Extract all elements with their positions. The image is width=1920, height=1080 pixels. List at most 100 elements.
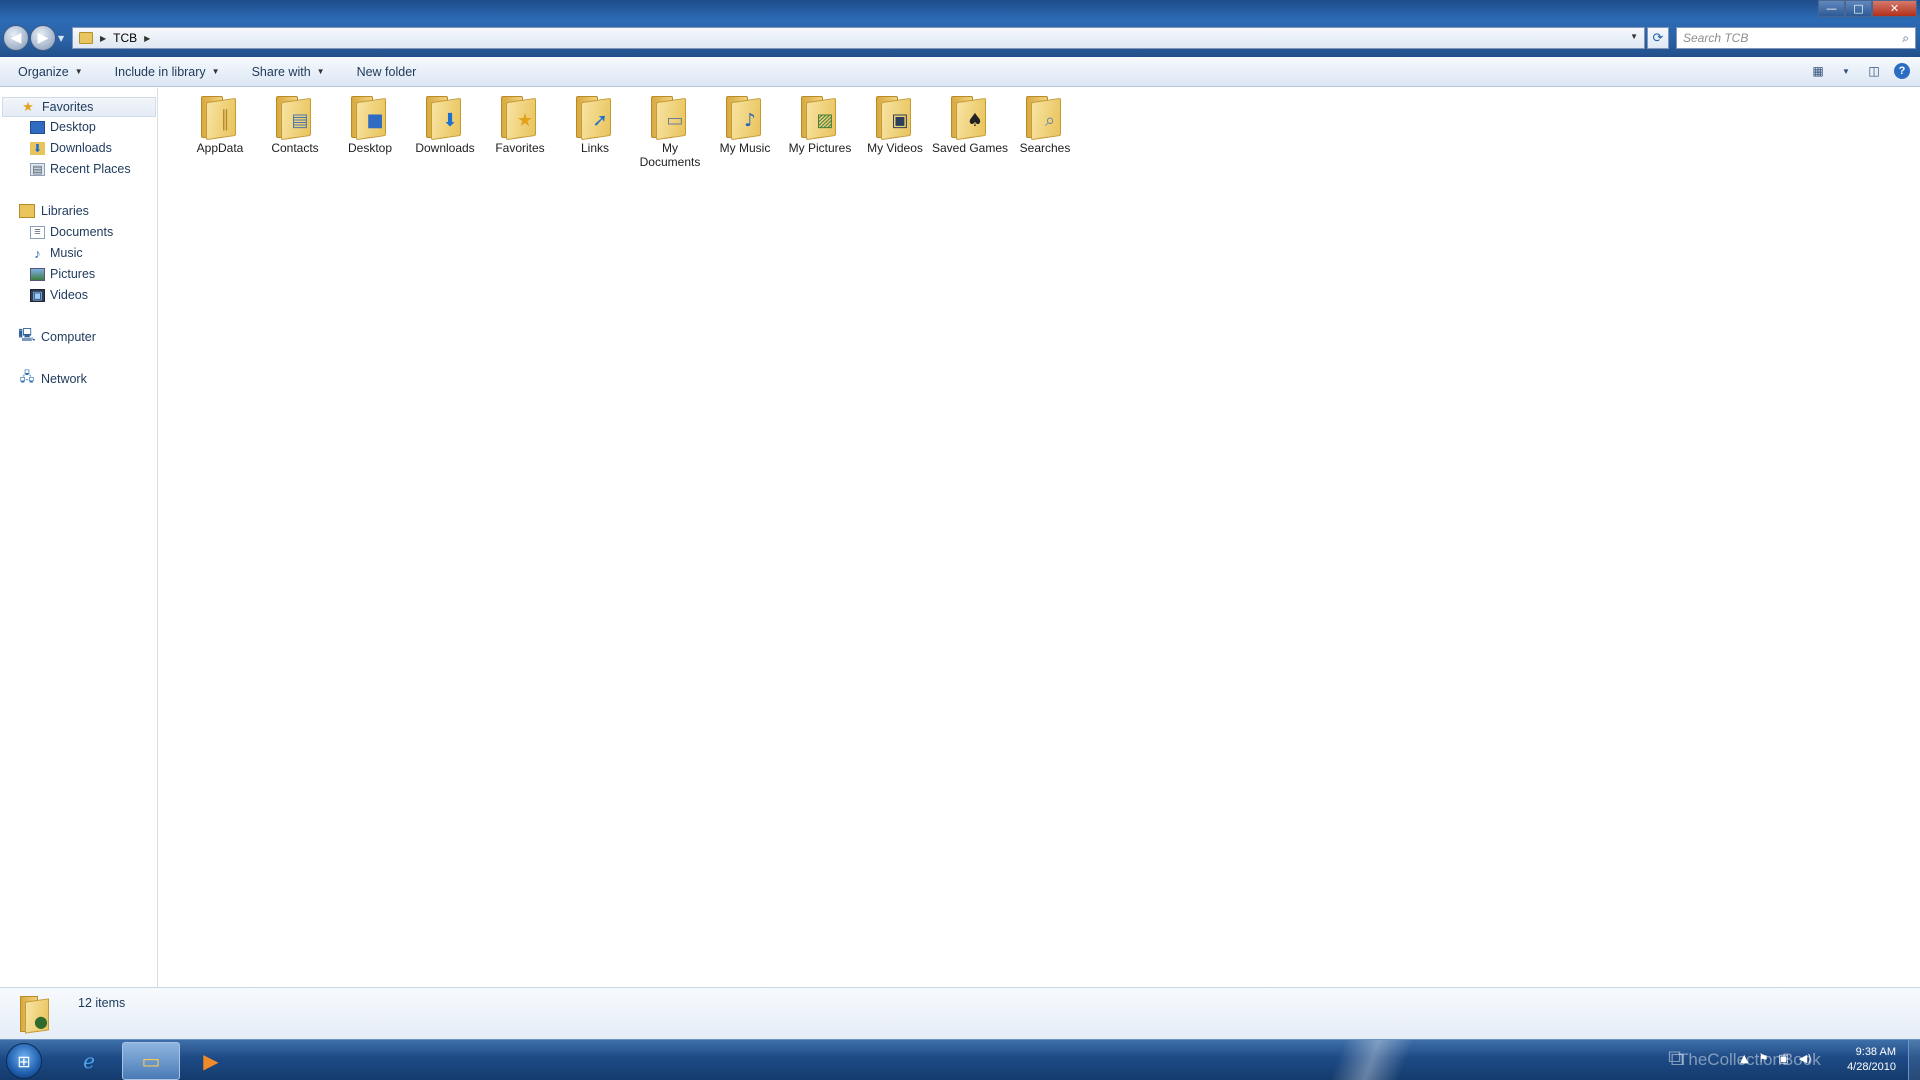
refresh-button[interactable]: ⟳ [1647,27,1669,49]
address-history-dropdown[interactable]: ▼ [1630,32,1638,41]
nav-network[interactable]: 🖧 Network [2,369,156,389]
nav-item-documents[interactable]: ≡ Documents [30,223,113,241]
nav-item-desktop[interactable]: Desktop [30,118,96,136]
star-icon: ★ [22,99,34,114]
navigation-pane: ★ Favorites Desktop ⬇ Downloads ▤ Recent… [0,88,158,987]
show-hidden-icons-icon[interactable]: ▲ [1740,1052,1748,1065]
nav-libraries[interactable]: Libraries [2,201,156,221]
windows-logo-icon: ⊞ [17,1051,31,1071]
folder-links-icon: ➚ [572,94,618,141]
folder-searches-icon: ⌕ [1022,94,1068,141]
forward-button[interactable]: ▶ [30,25,56,51]
folder-label: Saved Games [931,141,1009,155]
maximize-button[interactable]: □ [1845,0,1872,17]
preview-pane-icon[interactable]: ◫ [1866,63,1882,79]
breadcrumb-separator[interactable]: ▶ [144,34,150,43]
network-icon: 🖧 [19,369,35,384]
documents-icon: ≡ [30,225,45,239]
nav-item-downloads[interactable]: ⬇ Downloads [30,139,112,157]
include-in-library-menu[interactable]: Include in library ▼ [97,65,234,79]
minimize-button[interactable]: — [1818,0,1845,17]
address-bar[interactable]: ▶ TCB ▶ ▼ [72,27,1645,49]
folder-appdata[interactable]: ║ AppData [184,92,256,174]
folder-label: My Music [719,141,771,155]
system-tray: ▲ ⚑ ▣ ◀) [1740,1052,1812,1065]
folder-links[interactable]: ➚ Links [559,92,631,174]
search-input[interactable]: Search TCB ⌕ [1676,27,1916,49]
folder-label: Links [580,141,609,155]
window-controls: — □ ✕ [1818,0,1917,17]
folder-pictures-icon: ▨ [797,94,843,141]
folder-favorites-icon: ★ [497,94,543,141]
folder-contacts[interactable]: ▤ Contacts [259,92,331,174]
folder-label: AppData [196,141,244,155]
folder-icon: ▭ [141,1049,161,1073]
taskbar-media-player[interactable]: ▶ [182,1042,240,1080]
nav-favorites[interactable]: ★ Favorites [2,97,156,117]
nav-item-videos[interactable]: ▣ Videos [30,286,88,304]
folder-favorites[interactable]: ★ Favorites [484,92,556,174]
view-tools: ▦ ▼ ◫ ? [1810,63,1910,79]
network-status-icon[interactable]: ▣ [1778,1052,1788,1065]
change-view-icon[interactable]: ▦ [1810,63,1826,79]
folder-contacts-icon: ▤ [272,94,318,141]
back-button[interactable]: ◀ [3,25,29,51]
videos-icon: ▣ [30,288,45,302]
file-list: ║ AppData ▤ Contacts ■ Desktop ⬇ Downloa… [159,88,1920,987]
nav-favorites-label: Favorites [42,100,94,114]
folder-searches[interactable]: ⌕ Searches [1009,92,1081,174]
organize-menu[interactable]: Organize ▼ [0,65,97,79]
volume-icon[interactable]: ◀) [1799,1052,1812,1065]
taskbar-internet-explorer[interactable]: ℯ [60,1042,118,1080]
recent-pages-dropdown[interactable]: ▼ [58,34,64,43]
internet-explorer-icon: ℯ [83,1049,95,1073]
taskbar-windows-explorer[interactable]: ▭ [122,1042,180,1080]
show-desktop-button[interactable] [1908,1040,1920,1080]
folder-saved-games[interactable]: ♠ Saved Games [931,92,1009,174]
new-folder-button[interactable]: New folder [339,65,431,79]
nav-item-pictures[interactable]: Pictures [30,265,95,283]
chevron-down-icon: ▼ [211,67,220,76]
pictures-icon [30,267,45,281]
nav-item-label: Pictures [50,267,96,281]
user-folder-icon: ● [18,994,56,1034]
folder-label: Favorites [495,141,545,155]
start-button[interactable]: ⊞ [6,1043,42,1079]
folder-desktop-icon: ■ [347,94,393,141]
folder-appdata-icon: ║ [197,94,243,141]
search-icon[interactable]: ⌕ [1902,31,1909,46]
nav-item-music[interactable]: ♪ Music [30,244,83,262]
folder-my-pictures[interactable]: ▨ My Pictures [784,92,856,174]
folder-my-videos[interactable]: ▣ My Videos [859,92,931,174]
taskbar-sheen [1300,1040,1440,1080]
include-in-library-label: Include in library [114,64,206,79]
recent-places-icon: ▤ [30,162,45,176]
action-center-flag-icon[interactable]: ⚑ [1758,1052,1768,1065]
folder-desktop[interactable]: ■ Desktop [334,92,406,174]
folder-my-documents[interactable]: ▭ My Documents [634,92,706,174]
nav-computer[interactable]: 🖳 Computer [2,327,156,347]
share-with-menu[interactable]: Share with ▼ [234,65,339,79]
nav-item-label: Music [50,246,83,260]
nav-item-recent-places[interactable]: ▤ Recent Places [30,160,131,178]
folder-my-music[interactable]: ♪ My Music [709,92,781,174]
nav-item-label: Documents [50,225,114,239]
folder-label: Desktop [347,141,393,155]
folder-music-icon: ♪ [722,94,768,141]
breadcrumb-tcb[interactable]: TCB [113,31,137,45]
item-count: 12 items [78,996,126,1010]
clock[interactable]: 9:38 AM 4/28/2010 [1832,1045,1896,1075]
clock-date: 4/28/2010 [1847,1061,1896,1073]
chevron-down-icon: ▼ [316,67,325,76]
view-options-chevron-icon[interactable]: ▼ [1838,63,1854,79]
nav-network-label: Network [41,372,87,386]
folder-label: Searches [1019,141,1071,155]
chevron-down-icon: ▼ [74,67,83,76]
close-button[interactable]: ✕ [1872,0,1917,17]
folder-downloads[interactable]: ⬇ Downloads [409,92,481,174]
folder-videos-icon: ▣ [872,94,918,141]
refresh-icon: ⟳ [1652,30,1664,46]
help-icon[interactable]: ? [1894,63,1910,79]
organize-label: Organize [18,64,69,79]
breadcrumb-separator[interactable]: ▶ [100,34,106,43]
